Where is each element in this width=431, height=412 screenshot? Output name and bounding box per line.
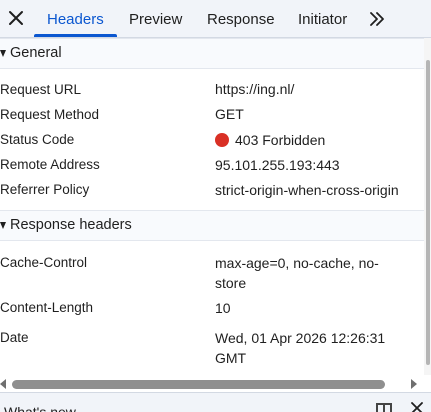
header-key: Remote Address (0, 157, 100, 172)
header-value-line: GMT (215, 350, 247, 366)
status-value[interactable]: 403 Forbidden (215, 130, 325, 150)
header-key: Date (0, 330, 29, 345)
scroll-right-arrow-icon[interactable] (411, 379, 417, 389)
header-value[interactable]: max-age=0, no-cache, no- store (215, 253, 379, 293)
triangle-down-icon (0, 50, 6, 57)
header-key: Cache-Control (0, 255, 88, 270)
tab-preview[interactable]: Preview (129, 0, 182, 38)
status-error-icon (215, 133, 229, 147)
horizontal-scrollbar[interactable] (0, 375, 431, 392)
chevron-double-right-icon[interactable] (368, 10, 386, 28)
header-key: Content-Length (0, 300, 94, 315)
status-text: 403 Forbidden (235, 132, 326, 148)
header-value[interactable]: strict-origin-when-cross-origin (215, 180, 399, 200)
general-section-header[interactable]: General (0, 38, 424, 69)
dock-side-icon[interactable] (376, 403, 392, 412)
close-icon[interactable] (410, 401, 424, 412)
devtools-tab-bar: Headers Preview Response Initiator (0, 0, 431, 38)
response-headers-section-header[interactable]: Response headers (0, 210, 424, 241)
header-value[interactable]: GET (215, 104, 244, 124)
header-value-line: store (215, 275, 247, 291)
scroll-left-arrow-icon[interactable] (0, 379, 6, 389)
header-key: Status Code (0, 132, 75, 147)
tab-headers[interactable]: Headers (47, 0, 104, 38)
tab-response[interactable]: Response (207, 0, 275, 38)
active-tab-indicator (34, 34, 117, 37)
header-value[interactable]: 95.101.255.193:443 (215, 155, 340, 175)
header-value-line: max-age=0, no-cache, no- (215, 255, 379, 271)
vertical-scrollbar-thumb[interactable] (426, 60, 430, 365)
header-key: Request Method (0, 107, 100, 122)
header-value-line: Wed, 01 Apr 2026 12:26:31 (215, 330, 386, 346)
header-key: Referrer Policy (0, 182, 90, 197)
headers-panel: General Request URL https://ing.nl/ Requ… (0, 38, 424, 375)
header-key: Request URL (0, 82, 82, 97)
drawer-tab-whats-new[interactable]: What's new (4, 404, 76, 412)
section-title: General (10, 45, 62, 61)
horizontal-scrollbar-thumb[interactable] (12, 380, 385, 389)
tab-initiator[interactable]: Initiator (298, 0, 347, 38)
drawer-bar: What's new (0, 392, 431, 412)
header-value[interactable]: Wed, 01 Apr 2026 12:26:31 GMT (215, 328, 385, 368)
section-title: Response headers (10, 217, 132, 233)
triangle-down-icon (0, 222, 6, 229)
header-value[interactable]: https://ing.nl/ (215, 79, 294, 99)
close-icon[interactable] (7, 9, 25, 27)
header-value[interactable]: 10 (215, 298, 231, 318)
